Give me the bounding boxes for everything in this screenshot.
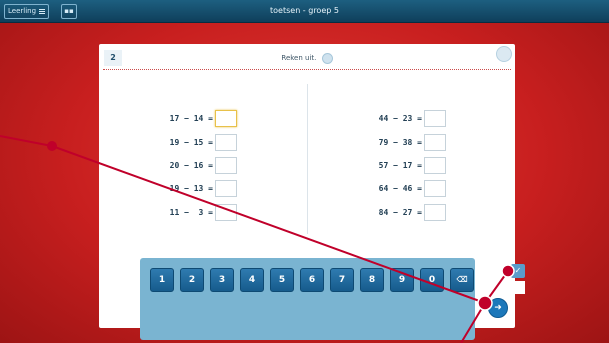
annotation-dot [47,141,57,151]
sum-expression: 11 − 3 = [169,207,213,217]
sum-row: 17 − 14 = [165,109,237,127]
instruction-row: Reken uit. [99,50,515,66]
sum-expression: 64 − 46 = [378,183,422,193]
sum-row: 57 − 17 = [374,156,446,174]
key-1[interactable]: 1 [150,268,174,292]
key-7[interactable]: 7 [330,268,354,292]
window-title: toetsen - groep 5 [270,6,339,15]
key-3[interactable]: 3 [210,268,234,292]
sum-row: 11 − 3 = [165,203,237,221]
sum-expression: 19 − 15 = [169,137,213,147]
answer-input[interactable] [215,109,237,127]
sum-row: 20 − 16 = [165,156,237,174]
key-5[interactable]: 5 [270,268,294,292]
annotation-line [0,135,53,147]
instruction-text: Reken uit. [281,54,317,62]
speaker-icon[interactable] [321,52,333,64]
check-icon[interactable]: ✓ [511,264,525,278]
audio-icon[interactable] [496,46,512,62]
sum-row: 84 − 27 = [374,203,446,221]
side-panel-box [511,281,525,294]
sum-expression: 84 − 27 = [378,207,422,217]
number-keypad: 1 2 3 4 5 6 7 8 9 0 ⌫ [140,258,475,340]
sum-row: 19 − 15 = [165,133,237,151]
key-6[interactable]: 6 [300,268,324,292]
sum-expression: 44 − 23 = [378,113,422,123]
column-divider [307,84,308,234]
sum-row: 19 − 13 = [165,179,237,197]
answer-input[interactable] [215,133,237,151]
dotted-divider [103,69,511,70]
answer-input[interactable] [424,133,446,151]
answer-input[interactable] [424,156,446,174]
sum-row: 44 − 23 = [374,109,446,127]
next-button[interactable]: ➜ [488,298,508,318]
answer-input[interactable] [424,203,446,221]
sum-expression: 57 − 17 = [378,160,422,170]
sum-expression: 79 − 38 = [378,137,422,147]
answer-input[interactable] [424,109,446,127]
backspace-key[interactable]: ⌫ [450,268,474,292]
top-bar: Leerling ▪▪ toetsen - groep 5 [0,0,609,23]
sum-expression: 20 − 16 = [169,160,213,170]
answer-input[interactable] [215,179,237,197]
backspace-icon: ⌫ [456,275,468,284]
key-8[interactable]: 8 [360,268,384,292]
key-0[interactable]: 0 [420,268,444,292]
sum-expression: 17 − 14 = [169,113,213,123]
arrow-right-icon: ➜ [494,303,502,313]
answer-input[interactable] [424,179,446,197]
sum-row: 79 − 38 = [374,133,446,151]
answer-input[interactable] [215,203,237,221]
answer-input[interactable] [215,156,237,174]
key-2[interactable]: 2 [180,268,204,292]
sum-row: 64 − 46 = [374,179,446,197]
sum-expression: 19 − 13 = [169,183,213,193]
key-4[interactable]: 4 [240,268,264,292]
key-9[interactable]: 9 [390,268,414,292]
